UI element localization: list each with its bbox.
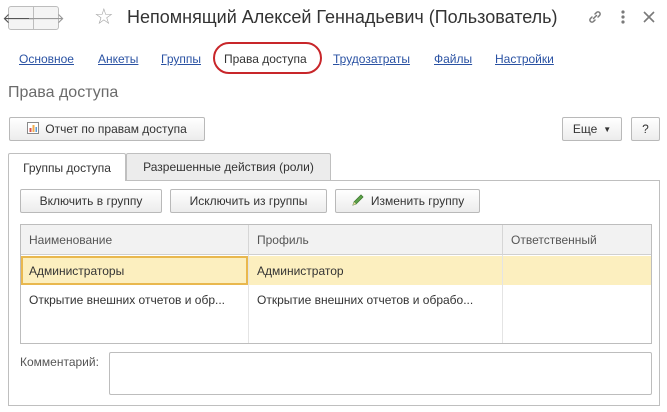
- table-cell-profile[interactable]: Администратор: [249, 256, 503, 285]
- arrow-right-icon: 🡒: [27, 9, 65, 26]
- comment-field[interactable]: [109, 352, 652, 395]
- section-link-files[interactable]: Файлы: [434, 52, 472, 66]
- more-button-label: Еще: [572, 122, 598, 136]
- exclude-from-group-label: Исключить из группы: [189, 194, 308, 208]
- table-cell-name[interactable]: Администраторы: [21, 256, 248, 285]
- include-in-group-button[interactable]: Включить в группу: [20, 189, 162, 213]
- help-button-label: ?: [642, 122, 649, 136]
- window-title: Непомнящий Алексей Геннадьевич (Пользова…: [127, 7, 558, 27]
- access-report-button[interactable]: Отчет по правам доступа: [9, 117, 205, 141]
- table-row[interactable]: Открытие внешних отчетов и обр... Открыт…: [21, 285, 651, 314]
- tab-access-groups-label: Группы доступа: [23, 160, 111, 175]
- close-icon[interactable]: [640, 8, 658, 26]
- section-link-settings[interactable]: Настройки: [495, 52, 554, 66]
- tab-access-groups[interactable]: Группы доступа: [8, 153, 126, 181]
- table-cell-responsible[interactable]: [503, 256, 651, 285]
- link-icon[interactable]: [586, 8, 604, 26]
- tab-allowed-actions-label: Разрешенные действия (роли): [143, 160, 314, 174]
- change-group-button[interactable]: Изменить группу: [335, 189, 480, 213]
- section-link-groups[interactable]: Группы: [161, 52, 201, 66]
- exclude-from-group-button[interactable]: Исключить из группы: [170, 189, 327, 213]
- section-link-labor-costs[interactable]: Трудозатраты: [333, 52, 410, 66]
- table-row[interactable]: Администраторы Администратор: [21, 256, 651, 285]
- table-cell-name[interactable]: Открытие внешних отчетов и обр...: [21, 285, 248, 314]
- column-header-profile-label: Профиль: [257, 232, 309, 247]
- table-cell-profile[interactable]: Открытие внешних отчетов и обрабо...: [249, 285, 503, 314]
- forward-button[interactable]: 🡒: [27, 6, 65, 30]
- help-button[interactable]: ?: [631, 117, 660, 141]
- report-icon: [27, 121, 40, 137]
- pencil-icon: [351, 193, 365, 210]
- section-link-main[interactable]: Основное: [19, 52, 74, 66]
- column-header-profile[interactable]: Профиль: [249, 225, 503, 255]
- tab-allowed-actions[interactable]: Разрешенные действия (роли): [126, 153, 331, 180]
- table-cell-responsible[interactable]: [503, 285, 651, 314]
- more-vertical-icon[interactable]: [614, 8, 632, 26]
- column-divider: [502, 255, 503, 343]
- section-link-access-rights[interactable]: Права доступа: [224, 52, 307, 66]
- more-button[interactable]: Еще ▼: [562, 117, 622, 141]
- caret-down-icon: ▼: [603, 124, 612, 134]
- column-header-name[interactable]: Наименование: [21, 225, 249, 255]
- column-header-responsible-label: Ответственный: [511, 232, 597, 247]
- access-report-label: Отчет по правам доступа: [45, 122, 187, 136]
- comment-label: Комментарий:: [20, 355, 99, 369]
- star-icon[interactable]: ☆: [94, 5, 114, 29]
- access-groups-table: Наименование Профиль Ответственный Админ…: [20, 224, 652, 344]
- include-in-group-label: Включить в группу: [39, 194, 143, 208]
- column-header-responsible[interactable]: Ответственный: [503, 225, 651, 255]
- column-header-name-label: Наименование: [29, 232, 113, 247]
- section-link-surveys[interactable]: Анкеты: [98, 52, 138, 66]
- column-divider: [248, 255, 249, 343]
- page-title: Права доступа: [8, 84, 119, 101]
- change-group-label: Изменить группу: [370, 194, 465, 208]
